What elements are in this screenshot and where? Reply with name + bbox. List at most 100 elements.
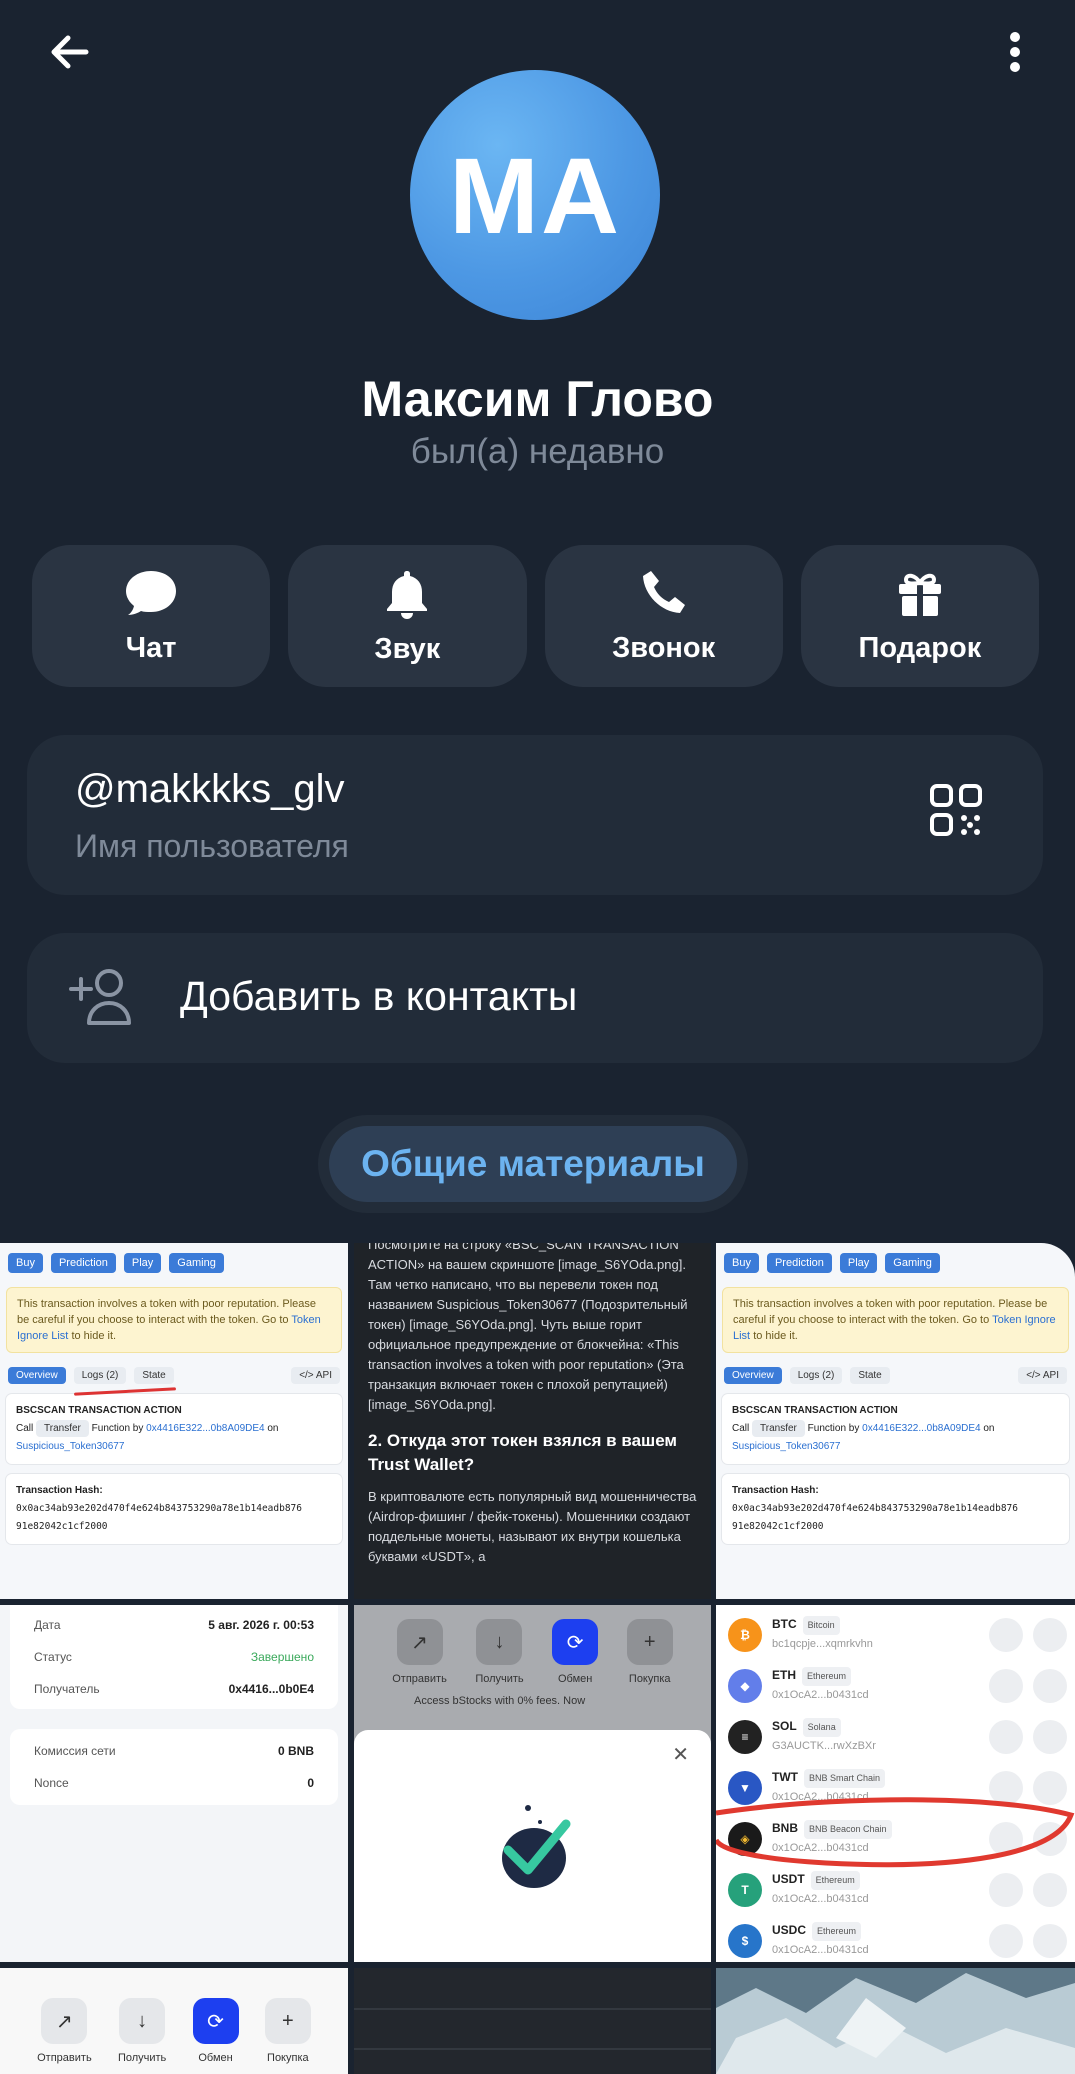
add-person-icon-wrap	[67, 963, 137, 1038]
detail-row-date: Дата 5 авг. 2026 г. 00:53	[34, 1618, 314, 1632]
call-tag: Transfer	[36, 1420, 89, 1437]
mini-menu-play: Play	[123, 1253, 162, 1273]
article-paragraph-2: В криптовалюте есть популярный вид мошен…	[368, 1489, 697, 1564]
qr-code-icon	[930, 784, 982, 836]
mini-menu-buy: Buy	[724, 1253, 759, 1273]
detail-row-fee: Комиссия сети 0 BNB	[34, 1744, 314, 1758]
red-highlight-oval	[716, 1797, 1075, 1868]
hash-value: 0x0ac34ab93e202d470f4e624b843753290a78e1…	[732, 1503, 1018, 1532]
gift-button-label: Подарок	[858, 631, 982, 664]
add-contact-label: Добавить в контакты	[180, 973, 578, 1019]
warning-end: to hide it.	[753, 1330, 798, 1342]
wallet-action-buy: + Покупка	[264, 1998, 311, 2064]
username-value[interactable]: @makkkks_glv	[75, 767, 345, 812]
action-title: BSCSCAN TRANSACTION ACTION	[732, 1405, 898, 1416]
modal-sheet: ✕	[354, 1730, 711, 1962]
media-thumbnail-article[interactable]: Посмотрите на строку «BSC_SCAN TRANSACTI…	[354, 1243, 711, 1599]
avatar-initials: МА	[449, 134, 621, 256]
media-thumbnail-details[interactable]: Дата 5 авг. 2026 г. 00:53 Статус Завершено…	[0, 1605, 348, 1962]
warning-go: Go to	[962, 1314, 990, 1326]
mini-menu-prediction: Prediction	[766, 1253, 832, 1273]
reputation-warning: This transaction involves a token with p…	[6, 1287, 342, 1353]
action-bar: Чат Звук Звонок Подарок	[32, 545, 1039, 687]
transaction-action-box: BSCSCAN TRANSACTION ACTION Call Transfer…	[722, 1394, 1069, 1464]
token-name: Suspicious_Token30677	[16, 1441, 125, 1452]
hash-title: Transaction Hash:	[16, 1485, 103, 1496]
media-thumbnail-photo[interactable]	[716, 1968, 1075, 2074]
call-button[interactable]: Звонок	[544, 545, 783, 687]
coin-row-btc: ₿ BTC Bitcoin bc1qcpje...xqmrkvhn	[716, 1609, 1075, 1660]
tx-hash-box: Transaction Hash: 0x0ac34ab93e202d470f4e…	[6, 1474, 342, 1544]
more-vertical-icon	[1010, 32, 1020, 72]
wallet-action-receive: ↓ Получить	[475, 1619, 524, 1685]
wallet-action-swap: ⟳ Обмен	[552, 1619, 599, 1685]
media-thumbnail-wallet-modal[interactable]: ↗ Отправить ↓ Получить ⟳ Обмен + Покупка Acc…	[354, 1605, 711, 1962]
hash-value: 0x0ac34ab93e202d470f4e624b843753290a78e1…	[16, 1503, 302, 1532]
username-label: Имя пользователя	[75, 828, 349, 864]
phone-icon	[642, 570, 685, 613]
sound-button-label: Звук	[374, 632, 441, 665]
username-card[interactable]: @makkkks_glv Имя пользователя	[27, 735, 1043, 895]
media-thumbnail-dark[interactable]	[354, 1968, 711, 2074]
add-contact-button[interactable]: Добавить в контакты	[27, 933, 1043, 1063]
mini-api: </> API	[1018, 1367, 1067, 1384]
close-icon: ✕	[672, 1744, 689, 1766]
mini-menu-buy: Buy	[8, 1253, 43, 1273]
function-addr: 0x4416E322...0b8A09DE4	[146, 1423, 265, 1434]
mini-menu-gaming: Gaming	[885, 1253, 940, 1273]
mini-menu-play: Play	[839, 1253, 878, 1273]
action-title: BSCSCAN TRANSACTION ACTION	[16, 1405, 182, 1416]
transaction-action-box: BSCSCAN TRANSACTION ACTION Call Transfer…	[6, 1394, 342, 1464]
detail-row-nonce: Nonce 0	[34, 1776, 314, 1790]
gift-button[interactable]: Подарок	[800, 545, 1039, 687]
media-tabs: Общие материалы	[318, 1115, 748, 1213]
coin-row-eth: ◆ ETH Ethereum 0x1OcA2...b0431cd	[716, 1660, 1075, 1711]
profile-name: Максим Глово	[361, 371, 714, 427]
coin-row-usdc: $ USDC Ethereum 0x1OcA2...b0431cd	[716, 1915, 1075, 1962]
warning-go: Go to	[261, 1314, 289, 1326]
sound-button[interactable]: Звук	[288, 545, 527, 687]
tx-hash-box: Transaction Hash: 0x0ac34ab93e202d470f4e…	[722, 1474, 1069, 1544]
function-by: Function by	[807, 1423, 860, 1434]
call-text: Call	[732, 1423, 750, 1434]
media-thumbnail-bscscan-2[interactable]: Buy Prediction Play Gaming This transact…	[716, 1243, 1075, 1599]
wallet-action-receive: ↓ Получить	[118, 1998, 166, 2064]
reputation-warning: This transaction involves a token with p…	[722, 1287, 1069, 1353]
fee-box: Комиссия сети 0 BNB Nonce 0	[10, 1729, 338, 1805]
function-addr: 0x4416E322...0b8A09DE4	[862, 1423, 981, 1434]
avatar[interactable]: МА	[410, 70, 660, 320]
photo-image	[716, 1968, 1075, 2074]
shield-check-icon	[502, 1805, 571, 1888]
media-thumbnail-bscscan[interactable]: Buy Prediction Play Gaming This transact…	[0, 1243, 348, 1599]
media-thumbnail-coins[interactable]: ₿ BTC Bitcoin bc1qcpje...xqmrkvhn ◆ ETH Ether…	[716, 1605, 1075, 1962]
promo-text: Access bStocks with 0% fees. Now	[414, 1695, 586, 1707]
dimmed-wallet: ↗ Отправить ↓ Получить ⟳ Обмен + Покупка Acc…	[354, 1605, 711, 1745]
mini-tab-overview: Overview	[8, 1367, 66, 1384]
media-grid: Buy Prediction Play Gaming This transact…	[0, 1243, 1075, 2074]
on-text: on	[267, 1423, 279, 1434]
more-menu-button[interactable]	[975, 12, 1055, 92]
mini-tab-logs: Logs (2)	[789, 1367, 843, 1384]
chat-button[interactable]: Чат	[32, 545, 271, 687]
mini-menu-prediction: Prediction	[50, 1253, 116, 1273]
chat-bubble-icon	[126, 570, 177, 615]
arrow-left-icon	[51, 35, 89, 69]
on-text: on	[983, 1423, 995, 1434]
token-name: Suspicious_Token30677	[732, 1441, 841, 1452]
chat-button-label: Чат	[125, 631, 177, 664]
coin-row-sol: ≡ SOL Solana G3AUCTK...rwXzBXr	[716, 1711, 1075, 1762]
detail-row-status: Статус Завершено	[34, 1650, 314, 1664]
media-thumbnail-wallet[interactable]: ↗ Отправить ↓ Получить ⟳ Обмен + Покупка	[0, 1968, 348, 2074]
wallet-action-send: ↗ Отправить	[37, 1998, 92, 2064]
back-button[interactable]	[30, 12, 110, 92]
profile-status: был(а) недавно	[410, 432, 665, 471]
mini-menu-gaming: Gaming	[169, 1253, 224, 1273]
hash-title: Transaction Hash:	[732, 1485, 819, 1496]
bell-icon	[387, 570, 428, 619]
article-paragraph-1: Посмотрите на строку «BSC_SCAN TRANSACTI…	[368, 1243, 688, 1412]
qr-code-button[interactable]	[929, 783, 983, 842]
call-tag: Transfer	[752, 1420, 805, 1437]
tab-shared-media[interactable]: Общие материалы	[329, 1126, 737, 1202]
detail-row-recipient: Получатель 0x4416...0b0E4	[34, 1682, 314, 1696]
warning-end: to hide it.	[71, 1330, 117, 1342]
